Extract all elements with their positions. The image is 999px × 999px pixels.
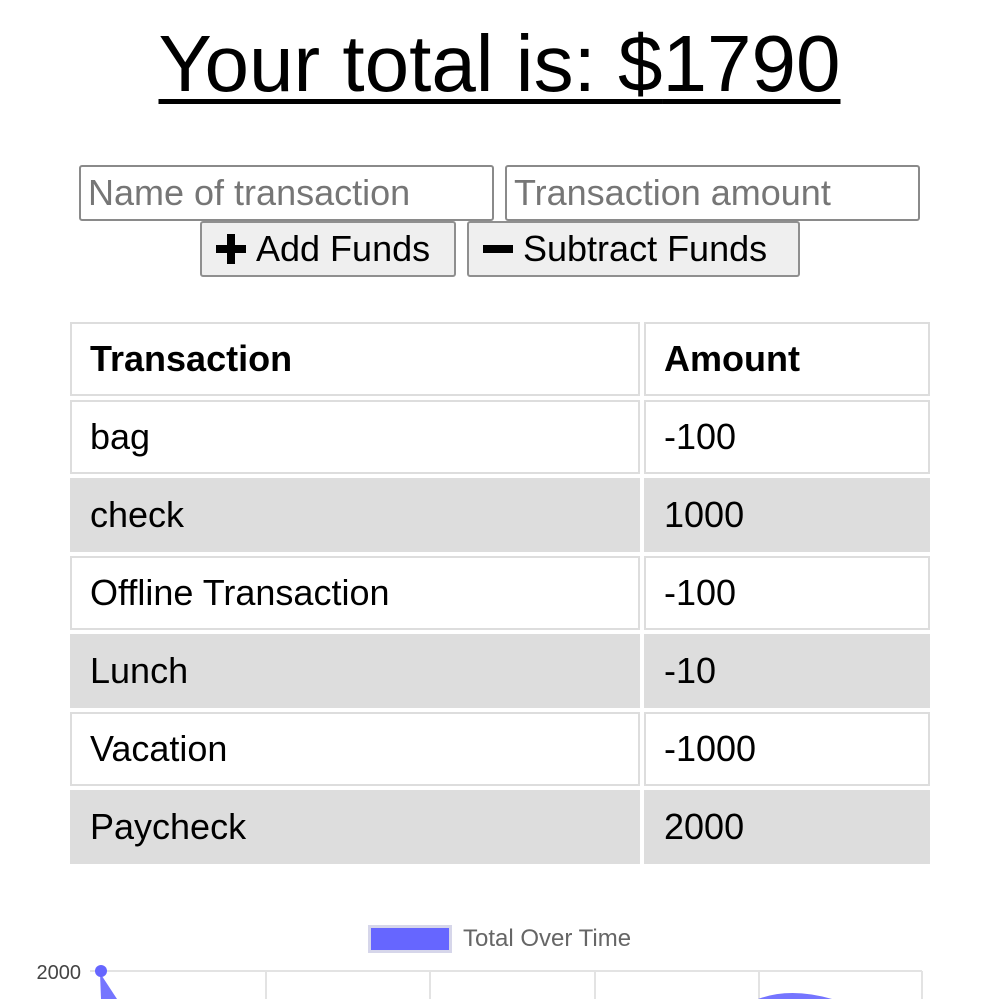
transaction-name-cell: Paycheck bbox=[70, 790, 640, 864]
transaction-amount-cell: -100 bbox=[644, 556, 930, 630]
transaction-name-cell: bag bbox=[70, 400, 640, 474]
series-point bbox=[95, 965, 107, 977]
total-over-time-chart: Total Over Time 2000 bbox=[0, 915, 999, 999]
transaction-name-cell: Offline Transaction bbox=[70, 556, 640, 630]
add-funds-label: Add Funds bbox=[256, 228, 431, 269]
table-row: check 1000 bbox=[70, 478, 930, 552]
transaction-name-cell: Lunch bbox=[70, 634, 640, 708]
subtract-funds-label: Subtract Funds bbox=[523, 228, 768, 269]
transaction-name-cell: check bbox=[70, 478, 640, 552]
transactions-table: Transaction Amount bag -100 check 1000 O… bbox=[66, 318, 934, 868]
subtract-funds-button[interactable]: Subtract Funds bbox=[467, 221, 800, 277]
transaction-amount-input[interactable] bbox=[505, 165, 920, 221]
add-funds-button[interactable]: Add Funds bbox=[200, 221, 456, 277]
y-tick-label: 2000 bbox=[37, 962, 82, 984]
total-value: 1790 bbox=[662, 19, 841, 108]
transaction-amount-cell: -10 bbox=[644, 634, 930, 708]
total-prefix: Your total is: $ bbox=[158, 19, 663, 108]
transaction-amount-cell: -100 bbox=[644, 400, 930, 474]
transaction-name-cell: Vacation bbox=[70, 712, 640, 786]
table-row: Offline Transaction -100 bbox=[70, 556, 930, 630]
transaction-amount-cell: 1000 bbox=[644, 478, 930, 552]
table-header-row: Transaction Amount bbox=[70, 322, 930, 396]
transaction-amount-cell: 2000 bbox=[644, 790, 930, 864]
plus-icon bbox=[216, 234, 246, 264]
budget-page: Your total is: $1790 Add Funds Subtract … bbox=[0, 0, 999, 999]
header-transaction: Transaction bbox=[70, 322, 640, 396]
table-row: Lunch -10 bbox=[70, 634, 930, 708]
table-row: Vacation -1000 bbox=[70, 712, 930, 786]
series-area-end bbox=[758, 993, 832, 999]
header-amount: Amount bbox=[644, 322, 930, 396]
series-area-start bbox=[100, 973, 117, 999]
transaction-amount-cell: -1000 bbox=[644, 712, 930, 786]
table-row: Paycheck 2000 bbox=[70, 790, 930, 864]
chart-plot: 2000 bbox=[37, 962, 923, 999]
table-row: bag -100 bbox=[70, 400, 930, 474]
minus-icon bbox=[483, 234, 513, 264]
total-heading: Your total is: $1790 bbox=[0, 14, 999, 114]
transaction-name-input[interactable] bbox=[79, 165, 494, 221]
